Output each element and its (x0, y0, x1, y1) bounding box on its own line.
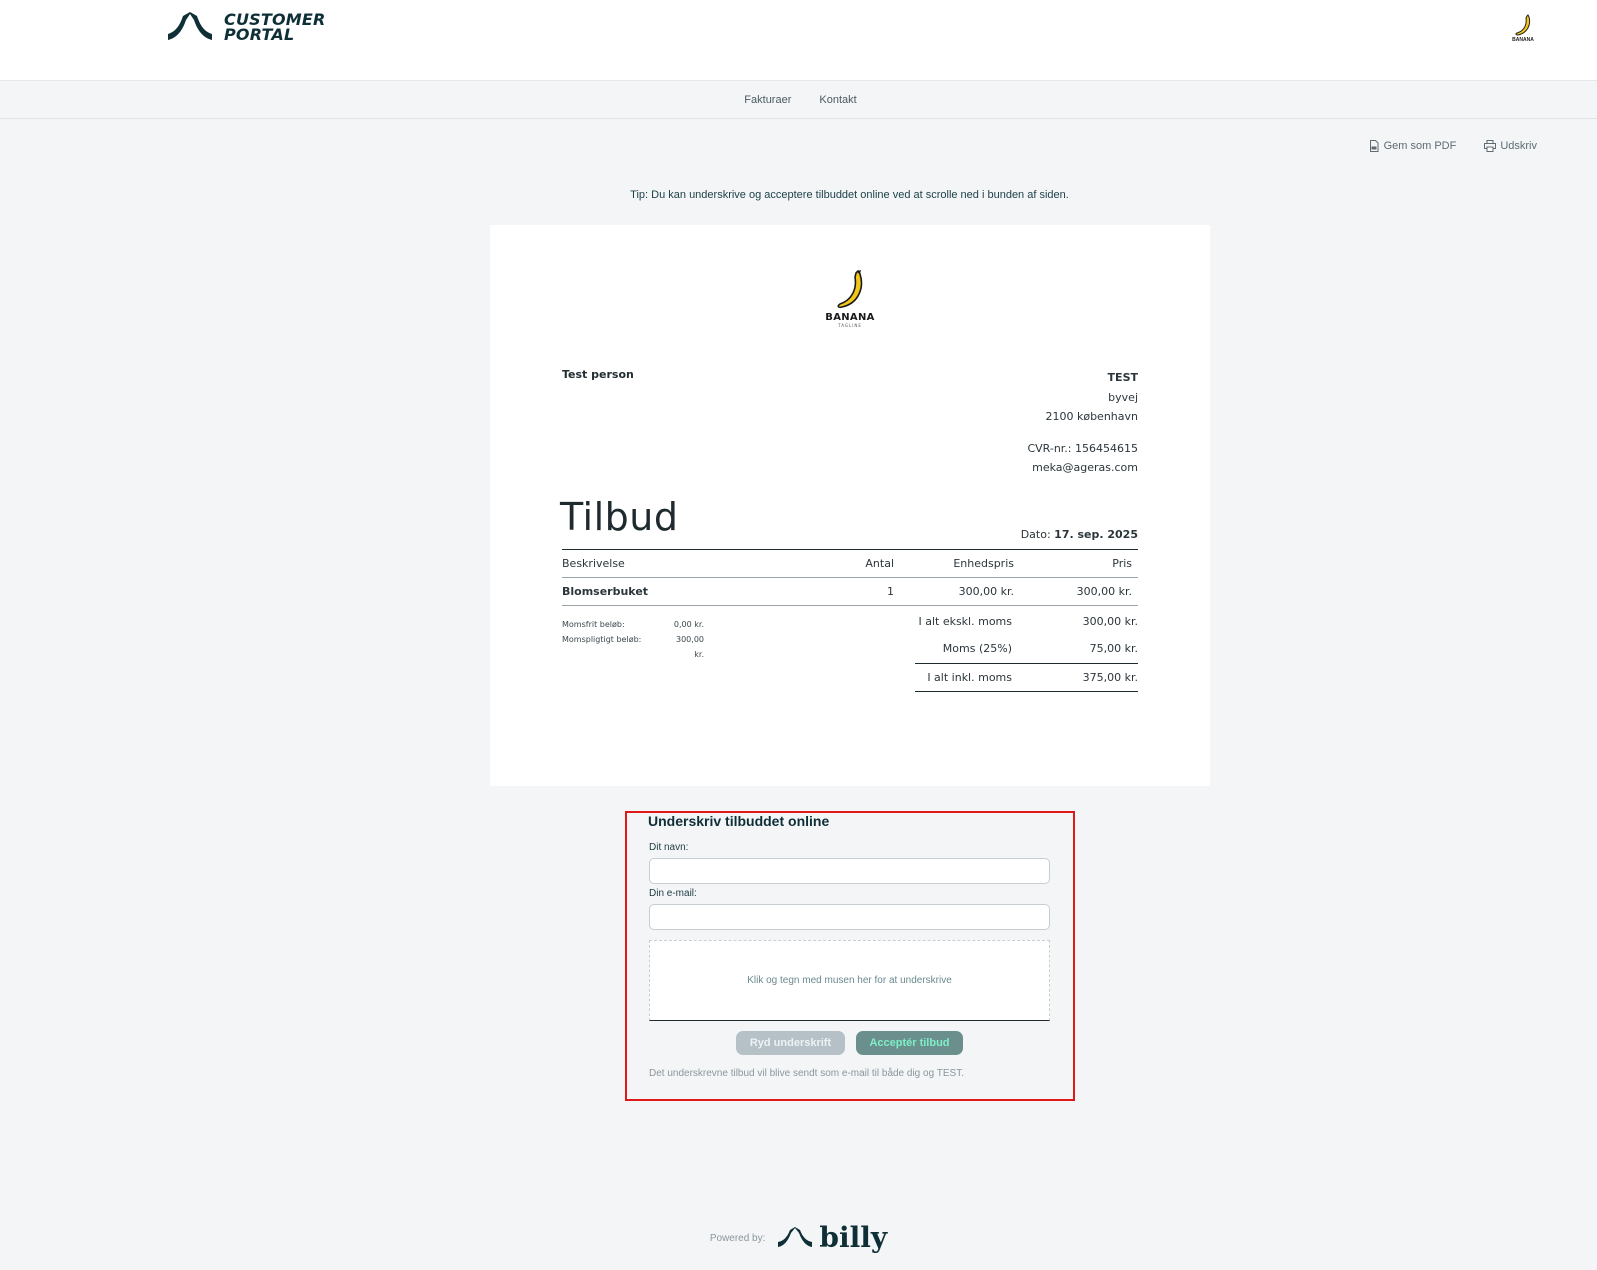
portal-mark-icon (168, 12, 212, 40)
line-items-table: Beskrivelse Antal Enhedspris Pris Blomse… (562, 549, 1138, 606)
print-label: Udskriv (1500, 140, 1537, 152)
company-name: TEST (1107, 371, 1138, 384)
line-price: 300,00 kr. (1076, 585, 1132, 598)
signature-title: Underskriv tilbuddet online (648, 813, 830, 829)
col-unit-price: Enhedspris (953, 557, 1014, 570)
date-value: 17. sep. 2025 (1054, 528, 1138, 541)
save-pdf-button[interactable]: Gem som PDF (1368, 140, 1457, 152)
total-incl-label: I alt inkl. moms (927, 671, 1012, 684)
pdf-file-icon (1369, 140, 1379, 152)
vat-taxable-label: Momspligtigt beløb: (562, 635, 642, 644)
company-street: byvej (1108, 390, 1138, 404)
document-date: Dato: 17. sep. 2025 (1021, 528, 1138, 541)
vat-label: Moms (25%) (942, 642, 1012, 655)
footer: Powered by: billy (0, 1224, 1597, 1252)
line-qty: 1 (887, 585, 894, 598)
name-input[interactable] (649, 858, 1050, 884)
accept-quote-button[interactable]: Acceptér tilbud (856, 1031, 963, 1055)
email-input[interactable] (649, 904, 1050, 930)
billy-logo[interactable]: billy (777, 1224, 887, 1252)
vat-exempt-label: Momsfrit beløb: (562, 620, 625, 629)
nav-item-kontakt[interactable]: Kontakt (819, 94, 856, 106)
total-incl-value: 375,00 kr. (1082, 671, 1138, 684)
vat-row: Moms (25%) 75,00 kr. (915, 635, 1138, 662)
vat-value: 75,00 kr. (1089, 642, 1138, 655)
col-qty: Antal (865, 557, 894, 570)
document-title: Tilbud (560, 495, 679, 539)
company-logo: BANANA (1508, 14, 1538, 43)
name-label: Dit navn: (649, 842, 689, 853)
company-cvr: CVR-nr.: 156454615 (1027, 441, 1138, 455)
signature-pad[interactable]: Klik og tegn med musen her for at unders… (649, 940, 1050, 1021)
company-logo-text: BANANA (1512, 37, 1534, 43)
top-bar: CUSTOMER PORTAL BANANA (0, 0, 1597, 81)
col-price: Pris (1112, 557, 1132, 570)
signature-pad-hint: Klik og tegn med musen her for at unders… (747, 975, 952, 986)
print-button[interactable]: Udskriv (1484, 140, 1537, 152)
document-actions: Gem som PDF Udskriv (1368, 140, 1537, 152)
document-logo-name: BANANA (825, 312, 875, 323)
banana-icon (837, 270, 863, 309)
powered-by-label: Powered by: (709, 1232, 766, 1244)
brand-line-2: PORTAL (224, 25, 295, 44)
main-nav: Fakturaer Kontakt (0, 81, 1597, 119)
brand-text: CUSTOMER PORTAL (224, 12, 326, 44)
company-city: 2100 københavn (1045, 410, 1138, 423)
document-logo: BANANA TAGLINE (823, 270, 877, 328)
total-incl-row: I alt inkl. moms 375,00 kr. (915, 663, 1138, 692)
banana-icon (1515, 14, 1531, 36)
col-description: Beskrivelse (562, 557, 625, 570)
company-email: meka@ageras.com (1032, 461, 1138, 474)
vat-taxable-value: 300,00 kr. (676, 635, 704, 659)
line-description: Blomserbuket (562, 585, 649, 598)
vat-exempt-value: 0,00 kr. (673, 620, 704, 629)
table-header: Beskrivelse Antal Enhedspris Pris (562, 549, 1138, 578)
billy-mark-icon (778, 1227, 813, 1247)
line-unit-price: 300,00 kr. (958, 585, 1014, 598)
quote-document: BANANA TAGLINE Test person TEST byvej 21… (490, 225, 1210, 786)
total-excl-value: 300,00 kr. (1082, 615, 1138, 628)
printer-icon (1484, 140, 1497, 152)
totals: I alt ekskl. moms 300,00 kr. Moms (25%) … (915, 608, 1138, 692)
vat-breakdown: Momsfrit beløb: 0,00 kr. Momspligtigt be… (562, 617, 704, 662)
nav-item-fakturaer[interactable]: Fakturaer (744, 94, 791, 106)
signature-note: Det underskrevne tilbud vil blive sendt … (649, 1068, 964, 1079)
tip-text: Tip: Du kan underskrive og acceptere til… (630, 189, 1069, 201)
date-label: Dato: (1020, 528, 1051, 541)
clear-signature-button[interactable]: Ryd underskrift (736, 1031, 845, 1055)
table-row: Blomserbuket 1 300,00 kr. 300,00 kr. (562, 578, 1138, 606)
total-excl-row: I alt ekskl. moms 300,00 kr. (915, 608, 1138, 635)
billy-wordmark: billy (819, 1221, 888, 1254)
customer-portal-logo[interactable]: CUSTOMER PORTAL (166, 12, 326, 44)
total-excl-label: I alt ekskl. moms (918, 615, 1012, 628)
document-logo-tagline: TAGLINE (838, 323, 862, 328)
customer-name: Test person (562, 368, 634, 381)
company-info: TEST byvej 2100 københavn CVR-nr.: 15645… (1027, 368, 1138, 478)
email-label: Din e-mail: (649, 888, 697, 899)
save-pdf-label: Gem som PDF (1383, 140, 1457, 152)
